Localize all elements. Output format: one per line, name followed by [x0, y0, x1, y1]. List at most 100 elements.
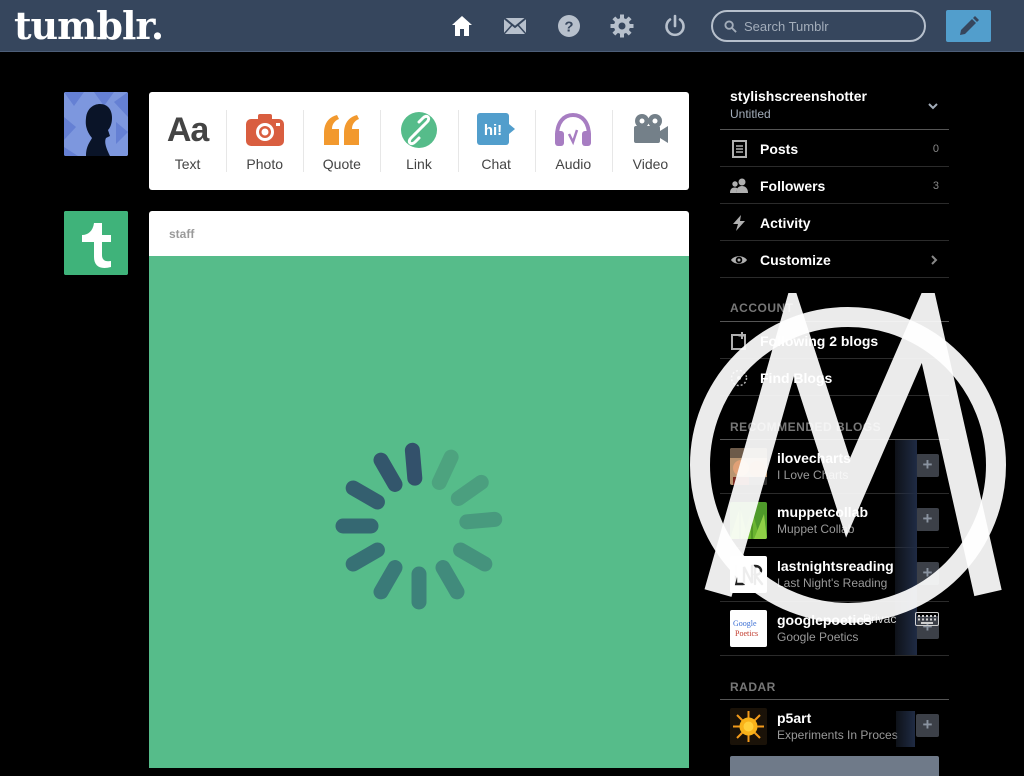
sidebar-item-label: Following 2 blogs	[760, 333, 879, 349]
blog-menu: Posts 0 Followers 3 Activity Customize	[720, 129, 949, 278]
gear-icon[interactable]	[610, 14, 634, 38]
blog-title: Untitled	[730, 107, 771, 121]
headphones-icon	[535, 112, 612, 148]
compose-button[interactable]	[946, 10, 991, 42]
radar-blog-row[interactable]: p5art Experiments In Proces +	[720, 700, 949, 754]
mail-icon[interactable]	[503, 14, 527, 38]
video-camera-icon	[612, 112, 689, 148]
recommended-blog-row[interactable]: muppetcollab Muppet Collab +	[720, 494, 949, 548]
account-menu: Following 2 blogs Find Blogs	[720, 322, 949, 396]
post-media[interactable]	[149, 256, 689, 768]
sidebar-item-label: Find Blogs	[760, 370, 833, 386]
sidebar-item-followers[interactable]: Followers 3	[720, 167, 949, 204]
help-icon[interactable]: ?	[557, 14, 581, 38]
home-icon[interactable]	[450, 14, 474, 38]
tumblr-logo[interactable]: tumblr.	[14, 4, 164, 48]
post-type-video[interactable]: Video	[611, 92, 689, 190]
post-type-text[interactable]: Aa Text	[149, 92, 226, 190]
blog-selector[interactable]: stylishscreenshotter Untitled	[730, 88, 867, 121]
search-input[interactable]	[744, 16, 914, 36]
recommended-blog-row[interactable]: Google Poetics googlepoetics Google Poeti…	[720, 602, 949, 656]
power-icon[interactable]	[663, 14, 687, 38]
link-icon	[380, 112, 457, 148]
recommended-section-title: RECOMMENDED BLOGS	[730, 420, 882, 434]
post-type-label: Photo	[246, 156, 283, 172]
keyboard-icon[interactable]	[915, 612, 939, 626]
post-type-label: Text	[174, 156, 201, 172]
blog-name: p5art	[777, 710, 812, 726]
blog-avatar	[730, 502, 767, 539]
svg-text:?: ?	[564, 19, 573, 36]
blog-title: I Love Charts	[777, 468, 849, 482]
post-author[interactable]: staff	[169, 227, 194, 241]
sidebar-item-following[interactable]: Following 2 blogs	[720, 322, 949, 359]
account-section-title: ACCOUNT	[730, 301, 794, 315]
blog-avatar	[730, 448, 767, 485]
post-type-chat[interactable]: hi! Chat	[457, 92, 535, 190]
followers-count: 3	[932, 180, 939, 192]
staff-avatar[interactable]	[64, 211, 128, 275]
search-icon	[724, 20, 737, 33]
recommended-blog-row[interactable]: lastnightsreading Last Night's Reading +	[720, 548, 949, 602]
blog-name: googlepoetics	[777, 612, 872, 628]
following-icon	[731, 332, 746, 350]
post-type-audio[interactable]: Audio	[534, 92, 612, 190]
blog-name: muppetcollab	[777, 504, 869, 520]
dashboard-post: staff	[149, 211, 689, 768]
blog-name: stylishscreenshotter	[730, 88, 867, 104]
follow-button[interactable]: +	[916, 714, 939, 737]
blog-title: Experiments In Proces	[777, 728, 898, 742]
privacy-link[interactable]: Privac	[863, 612, 896, 626]
top-bar: tumblr. ?	[0, 0, 1024, 52]
sidebar-item-label: Activity	[760, 215, 811, 231]
lightning-icon	[733, 215, 745, 231]
recommended-blog-row[interactable]: ilovecharts I Love Charts +	[720, 440, 949, 494]
blog-name: lastnightsreading	[777, 558, 894, 574]
text-icon: Aa	[166, 111, 209, 149]
camera-icon	[226, 112, 303, 148]
search-box[interactable]	[711, 10, 926, 42]
blog-avatar	[730, 556, 767, 593]
chevron-down-icon[interactable]	[927, 100, 939, 112]
post-type-label: Video	[632, 156, 669, 172]
sidebar-item-label: Posts	[760, 141, 799, 157]
post-type-label: Chat	[481, 156, 511, 172]
radar-post-preview[interactable]	[730, 756, 939, 776]
post-type-label: Link	[406, 156, 432, 172]
sidebar-item-find-blogs[interactable]: Find Blogs	[720, 359, 949, 396]
pencil-icon	[960, 16, 979, 35]
sidebar-item-posts[interactable]: Posts 0	[720, 130, 949, 167]
blog-name: ilovecharts	[777, 450, 851, 466]
eye-icon	[731, 256, 747, 264]
svg-text:hi!: hi!	[484, 122, 502, 139]
blog-title: Muppet Collab	[777, 522, 855, 536]
blog-avatar	[730, 708, 767, 745]
post-type-photo[interactable]: Photo	[226, 92, 303, 190]
chat-icon: hi!	[458, 112, 535, 148]
svg-text:Poetics: Poetics	[735, 629, 758, 638]
radar-section-title: RADAR	[730, 680, 776, 694]
sidebar-item-customize[interactable]: Customize	[720, 241, 949, 278]
follow-button[interactable]: +	[916, 454, 939, 477]
loading-spinner-icon	[335, 442, 503, 610]
blog-title: Google Poetics	[777, 630, 859, 644]
follow-button[interactable]: +	[916, 562, 939, 585]
post-type-link[interactable]: Link	[380, 92, 457, 190]
post-type-quote[interactable]: Quote	[303, 92, 380, 190]
post-type-label: Audio	[555, 156, 592, 172]
sidebar-item-label: Customize	[760, 252, 831, 268]
user-avatar[interactable]	[64, 92, 128, 156]
posts-count: 0	[932, 143, 939, 155]
blog-title: Last Night's Reading	[777, 576, 888, 590]
followers-icon	[730, 178, 748, 193]
quote-icon	[303, 112, 380, 148]
blog-avatar: Google Poetics	[730, 610, 767, 647]
sidebar-item-label: Followers	[760, 178, 826, 194]
post-type-label: Quote	[322, 156, 361, 172]
posts-icon	[732, 140, 747, 158]
svg-text:Google: Google	[733, 619, 757, 628]
chevron-right-icon	[931, 255, 938, 265]
follow-button[interactable]: +	[916, 508, 939, 531]
sidebar-item-activity[interactable]: Activity	[720, 204, 949, 241]
compass-icon	[730, 369, 748, 387]
